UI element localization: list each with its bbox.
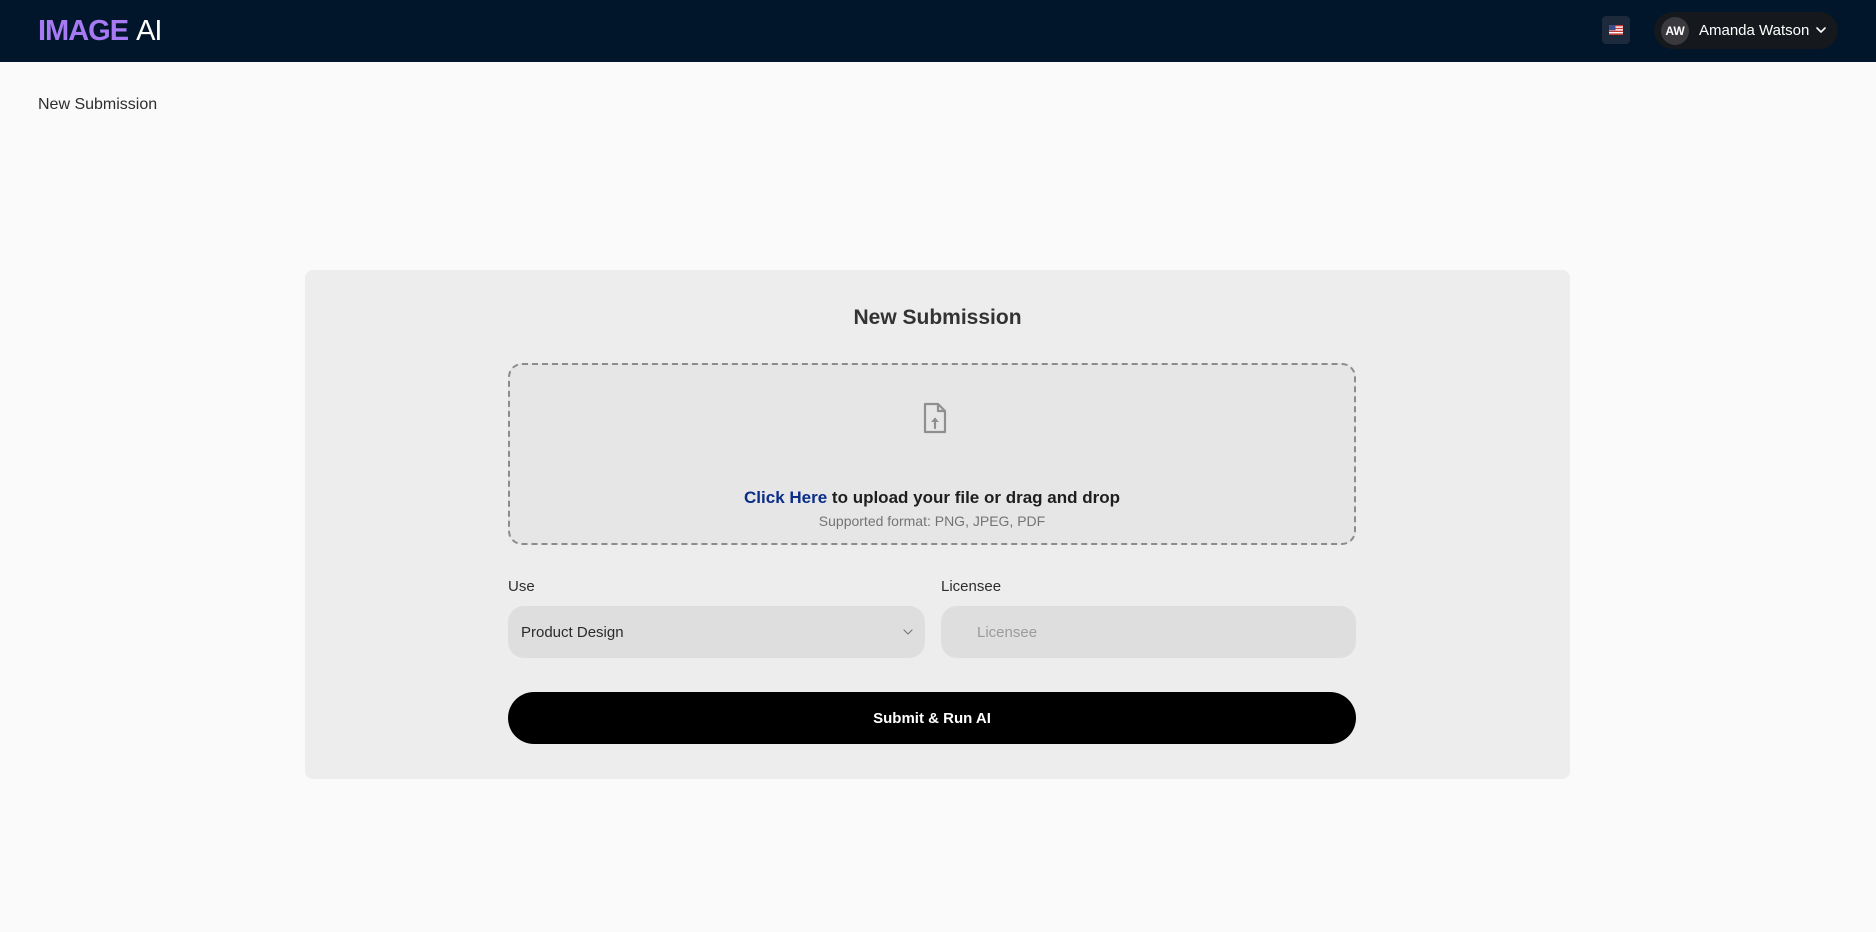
upload-instruction-text: to upload your file or drag and drop xyxy=(831,488,1120,507)
page-title: New Submission xyxy=(38,96,158,113)
chevron-down-icon xyxy=(1816,27,1826,33)
us-flag-icon xyxy=(1609,25,1623,35)
supported-formats-text: Supported format: PNG, JPEG, PDF xyxy=(818,513,1046,529)
use-selected-value: Product Design xyxy=(521,623,624,641)
file-dropzone[interactable]: Click Here to upload your file or drag a… xyxy=(508,363,1356,545)
click-here-link[interactable]: Click Here xyxy=(744,488,827,507)
app-logo[interactable]: IMAGE AI xyxy=(38,13,162,49)
top-navigation-bar: IMAGE AI AW Amanda Watson xyxy=(0,0,1876,62)
upload-instruction: Click Here to upload your file or drag a… xyxy=(510,488,1354,508)
licensee-label: Licensee xyxy=(941,578,1002,595)
chevron-down-icon xyxy=(903,629,913,635)
user-name: Amanda Watson xyxy=(1699,22,1810,39)
file-upload-icon xyxy=(923,402,947,434)
submission-card: New Submission Click Here to upload your… xyxy=(305,270,1570,779)
avatar: AW xyxy=(1661,16,1689,45)
logo-text-image: IMAGE xyxy=(38,15,129,47)
language-selector-button[interactable] xyxy=(1602,16,1630,44)
user-menu-button[interactable]: AW Amanda Watson xyxy=(1654,12,1838,49)
form-title: New Submission xyxy=(853,306,1022,329)
licensee-input[interactable] xyxy=(941,606,1356,658)
submit-run-ai-button[interactable]: Submit & Run AI xyxy=(508,692,1356,744)
use-label: Use xyxy=(508,578,535,595)
logo-text-ai: AI xyxy=(136,15,162,47)
use-select[interactable]: Product Design xyxy=(508,606,925,658)
